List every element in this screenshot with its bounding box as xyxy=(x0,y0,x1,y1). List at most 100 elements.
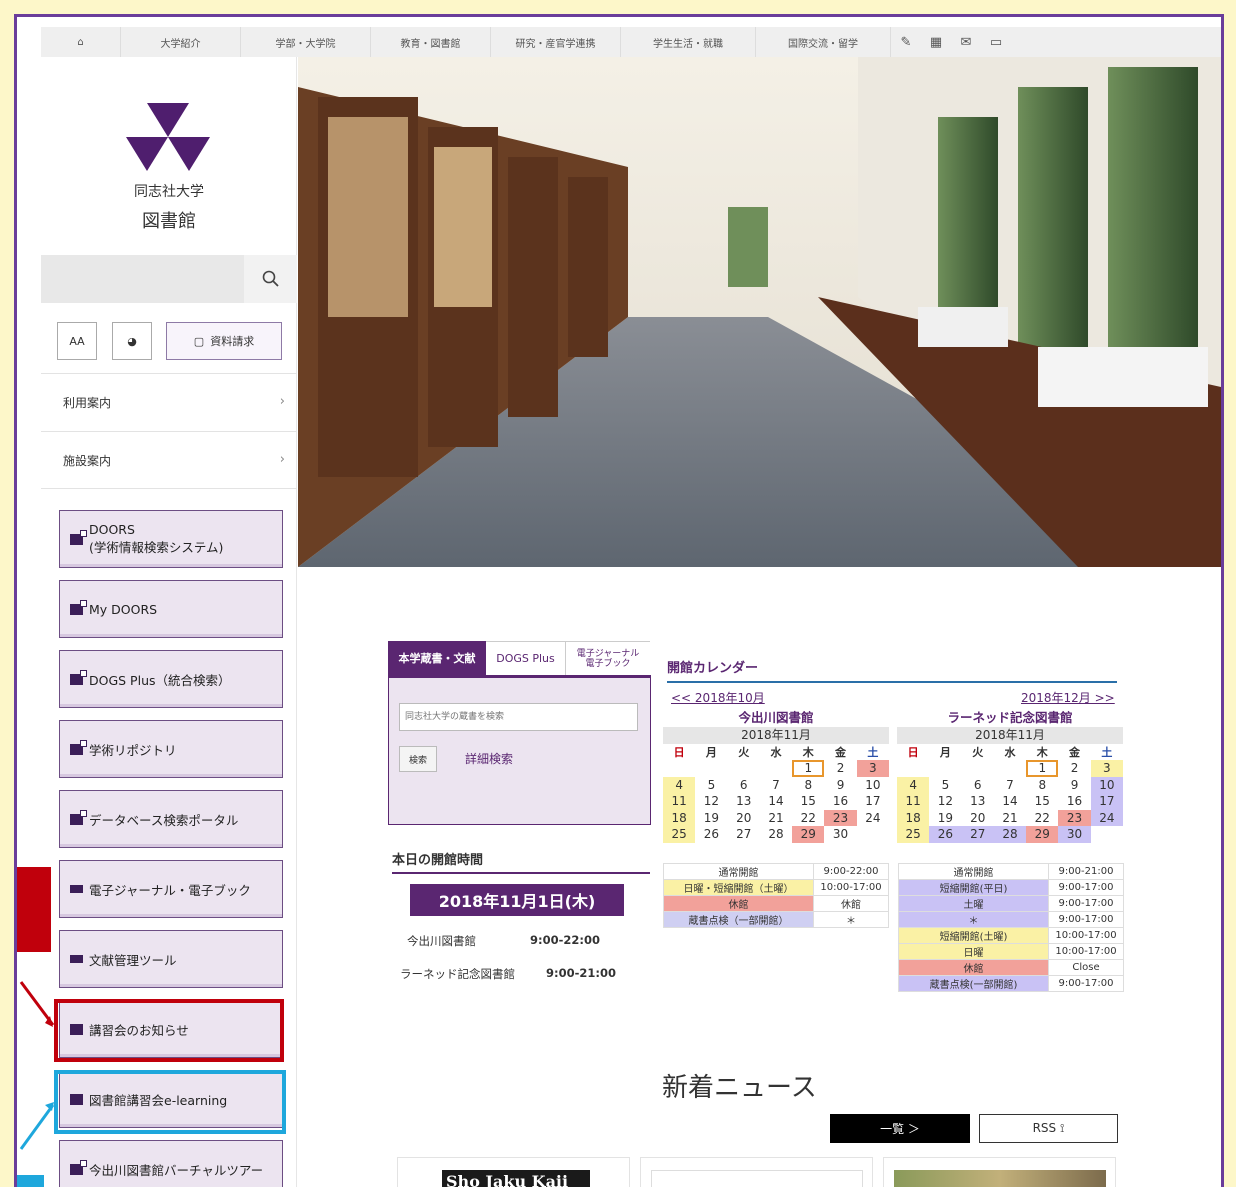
legend-time: Close xyxy=(1048,959,1124,976)
news-card-image: Sho Jaku Kaii xyxy=(442,1170,590,1187)
weekday-header: 火 xyxy=(738,746,750,759)
weekday-header: 木 xyxy=(1036,746,1048,759)
calendar-day xyxy=(1091,826,1123,843)
legend-row: 通常開館 9:00-22:00 xyxy=(663,863,889,880)
calendar-day xyxy=(994,760,1026,777)
calendar-day: 28 xyxy=(993,826,1027,843)
calendar-day: 20 xyxy=(736,810,752,825)
calendar-day: 15 xyxy=(1034,794,1050,809)
calendar-week: 25 26 27 28 29 30 xyxy=(897,826,1123,843)
calendar-day xyxy=(663,760,695,777)
weekday-header: 月 xyxy=(705,746,717,759)
calendar-day: 3 xyxy=(1090,760,1123,777)
calendar-day: 14 xyxy=(768,794,784,809)
weekday-header: 土 xyxy=(867,746,879,759)
news-card[interactable] xyxy=(883,1157,1116,1187)
calendar-grid: 日月火水木金土 1 2 3 4 5 6 7 8 9 10 11 12 13 14 15 16 17 18 19 20 21… xyxy=(663,744,889,843)
catalog-search-box: 検索 詳細検索 xyxy=(388,675,651,825)
news-list-button[interactable]: 一覧 ＞ xyxy=(830,1114,970,1143)
map-icon[interactable]: ▦ xyxy=(921,27,951,57)
calendar-day: 23 xyxy=(824,809,857,826)
calendar-day: 29 xyxy=(792,826,825,843)
tab-ejournal[interactable]: 電子ジャーナル 電子ブック xyxy=(566,641,650,675)
calendar-day: 5 xyxy=(941,777,950,792)
calendar-day: 24 xyxy=(865,810,881,825)
calendar-day: 7 xyxy=(1006,777,1014,792)
calendar-legend-learned: 通常開館 9:00-21:00 短縮開館(平日) 9:00-17:00 土曜 9:00-1… xyxy=(898,863,1124,992)
calendar-day: 1 xyxy=(792,760,825,777)
calendar-next-month-link[interactable]: 2018年12月 >> xyxy=(1021,689,1115,706)
calendar-day: 29 xyxy=(1026,826,1059,843)
hours-library-name: 今出川図書館 xyxy=(407,934,476,948)
calendar-day: 12 xyxy=(937,794,954,809)
legend-time: 休館 xyxy=(813,895,889,912)
hours-row: 今出川図書館 9:00-22:00 xyxy=(407,933,627,949)
weekday-header: 月 xyxy=(939,746,951,759)
legend-label: 日曜・短縮開館（土曜） xyxy=(663,879,814,896)
calendar-day: 14 xyxy=(1002,794,1018,809)
advanced-search-link[interactable]: 詳細検索 xyxy=(465,750,513,767)
browser-frame: ⌂ 大学紹介 学部・大学院 教育・図書館 研究・産官学連携 学生生活・就職 国際… xyxy=(14,14,1224,1187)
calendar-day: 13 xyxy=(736,794,752,809)
catalog-search-input[interactable] xyxy=(399,703,638,731)
news-card[interactable]: Sho Jaku Kaii xyxy=(397,1157,630,1187)
hours-row: ラーネッド記念図書館 9:00-21:00 xyxy=(400,966,630,982)
weekday-header: 木 xyxy=(802,746,814,759)
calendar-day: 6 xyxy=(973,777,982,792)
calendar-day: 18 xyxy=(897,809,930,826)
legend-row: 土曜 9:00-17:00 xyxy=(898,895,1124,912)
hero-library-photo xyxy=(298,57,1221,567)
tab-dogs-plus[interactable]: DOGS Plus xyxy=(486,641,566,675)
calendar-day: 8 xyxy=(1038,777,1047,792)
legend-label: ＊ xyxy=(898,911,1049,928)
edit-icon[interactable]: ✎ xyxy=(891,27,921,57)
calendar-day: 24 xyxy=(1090,809,1123,826)
legend-time: 9:00-17:00 xyxy=(1048,879,1124,896)
nav-education[interactable]: 教育・図書館 xyxy=(371,27,491,57)
legend-time: 9:00-17:00 xyxy=(1048,975,1124,992)
legend-time: 10:00-17:00 xyxy=(1048,943,1124,960)
calendar-day: 23 xyxy=(1058,809,1091,826)
calendar-day: 27 xyxy=(736,827,752,842)
tab-ejournal-line1: 電子ジャーナル xyxy=(576,648,640,659)
calendar-week: 4 5 6 7 8 9 10 xyxy=(663,776,889,793)
calendar-day xyxy=(857,826,889,843)
rss-button[interactable]: RSS ⟟ xyxy=(979,1114,1118,1143)
legend-label: 蔵書点検(一部開館) xyxy=(898,975,1049,992)
nav-research[interactable]: 研究・産官学連携 xyxy=(491,27,621,57)
mail-icon[interactable]: ✉ xyxy=(951,27,981,57)
legend-row: 短縮開館(土曜) 10:00-17:00 xyxy=(898,927,1124,944)
bookmark-icon[interactable]: ▭ xyxy=(981,27,1011,57)
calendar-month: 2018年11月 xyxy=(897,727,1123,744)
calendar-day: 2 xyxy=(836,761,845,776)
legend-label: 通常開館 xyxy=(663,863,814,880)
calendar-day: 30 xyxy=(832,827,849,842)
legend-row: 短縮開館(平日) 9:00-17:00 xyxy=(898,879,1124,896)
news-card[interactable] xyxy=(640,1157,873,1187)
calendar-day: 25 xyxy=(663,826,696,843)
calendar-day: 22 xyxy=(1034,810,1050,825)
catalog-search-button[interactable]: 検索 xyxy=(399,746,437,772)
calendar-learned: ラーネッド記念図書館 2018年11月 日月火水木金土 1 2 3 4 5 6 7 8 9 10 11… xyxy=(897,707,1123,843)
weekday-header: 水 xyxy=(770,746,782,759)
nav-international[interactable]: 国際交流・留学 xyxy=(756,27,891,57)
legend-row: 日曜 10:00-17:00 xyxy=(898,943,1124,960)
calendar-prev-month-link[interactable]: << 2018年10月 xyxy=(671,689,765,706)
calendar-day: 12 xyxy=(703,794,720,809)
news-card-image xyxy=(894,1170,1106,1187)
tab-holdings[interactable]: 本学蔵書・文献 xyxy=(388,641,486,675)
legend-row: ＊ 9:00-17:00 xyxy=(898,911,1124,928)
calendar-day: 7 xyxy=(772,777,780,792)
nav-student-life[interactable]: 学生生活・就職 xyxy=(621,27,756,57)
news-card-image xyxy=(651,1170,863,1187)
calendar-day: 25 xyxy=(897,826,930,843)
calendar-day: 16 xyxy=(832,794,849,809)
legend-row: 蔵書点検(一部開館) 9:00-17:00 xyxy=(898,975,1124,992)
calendar-day: 30 xyxy=(1058,826,1091,843)
weekday-header: 日 xyxy=(907,746,919,759)
legend-row: 通常開館 9:00-21:00 xyxy=(898,863,1124,880)
calendar-day: 9 xyxy=(1070,777,1079,792)
weekday-header: 金 xyxy=(835,746,847,759)
calendar-week: 25 26 27 28 29 30 xyxy=(663,826,889,843)
calendar-day: 20 xyxy=(970,810,986,825)
